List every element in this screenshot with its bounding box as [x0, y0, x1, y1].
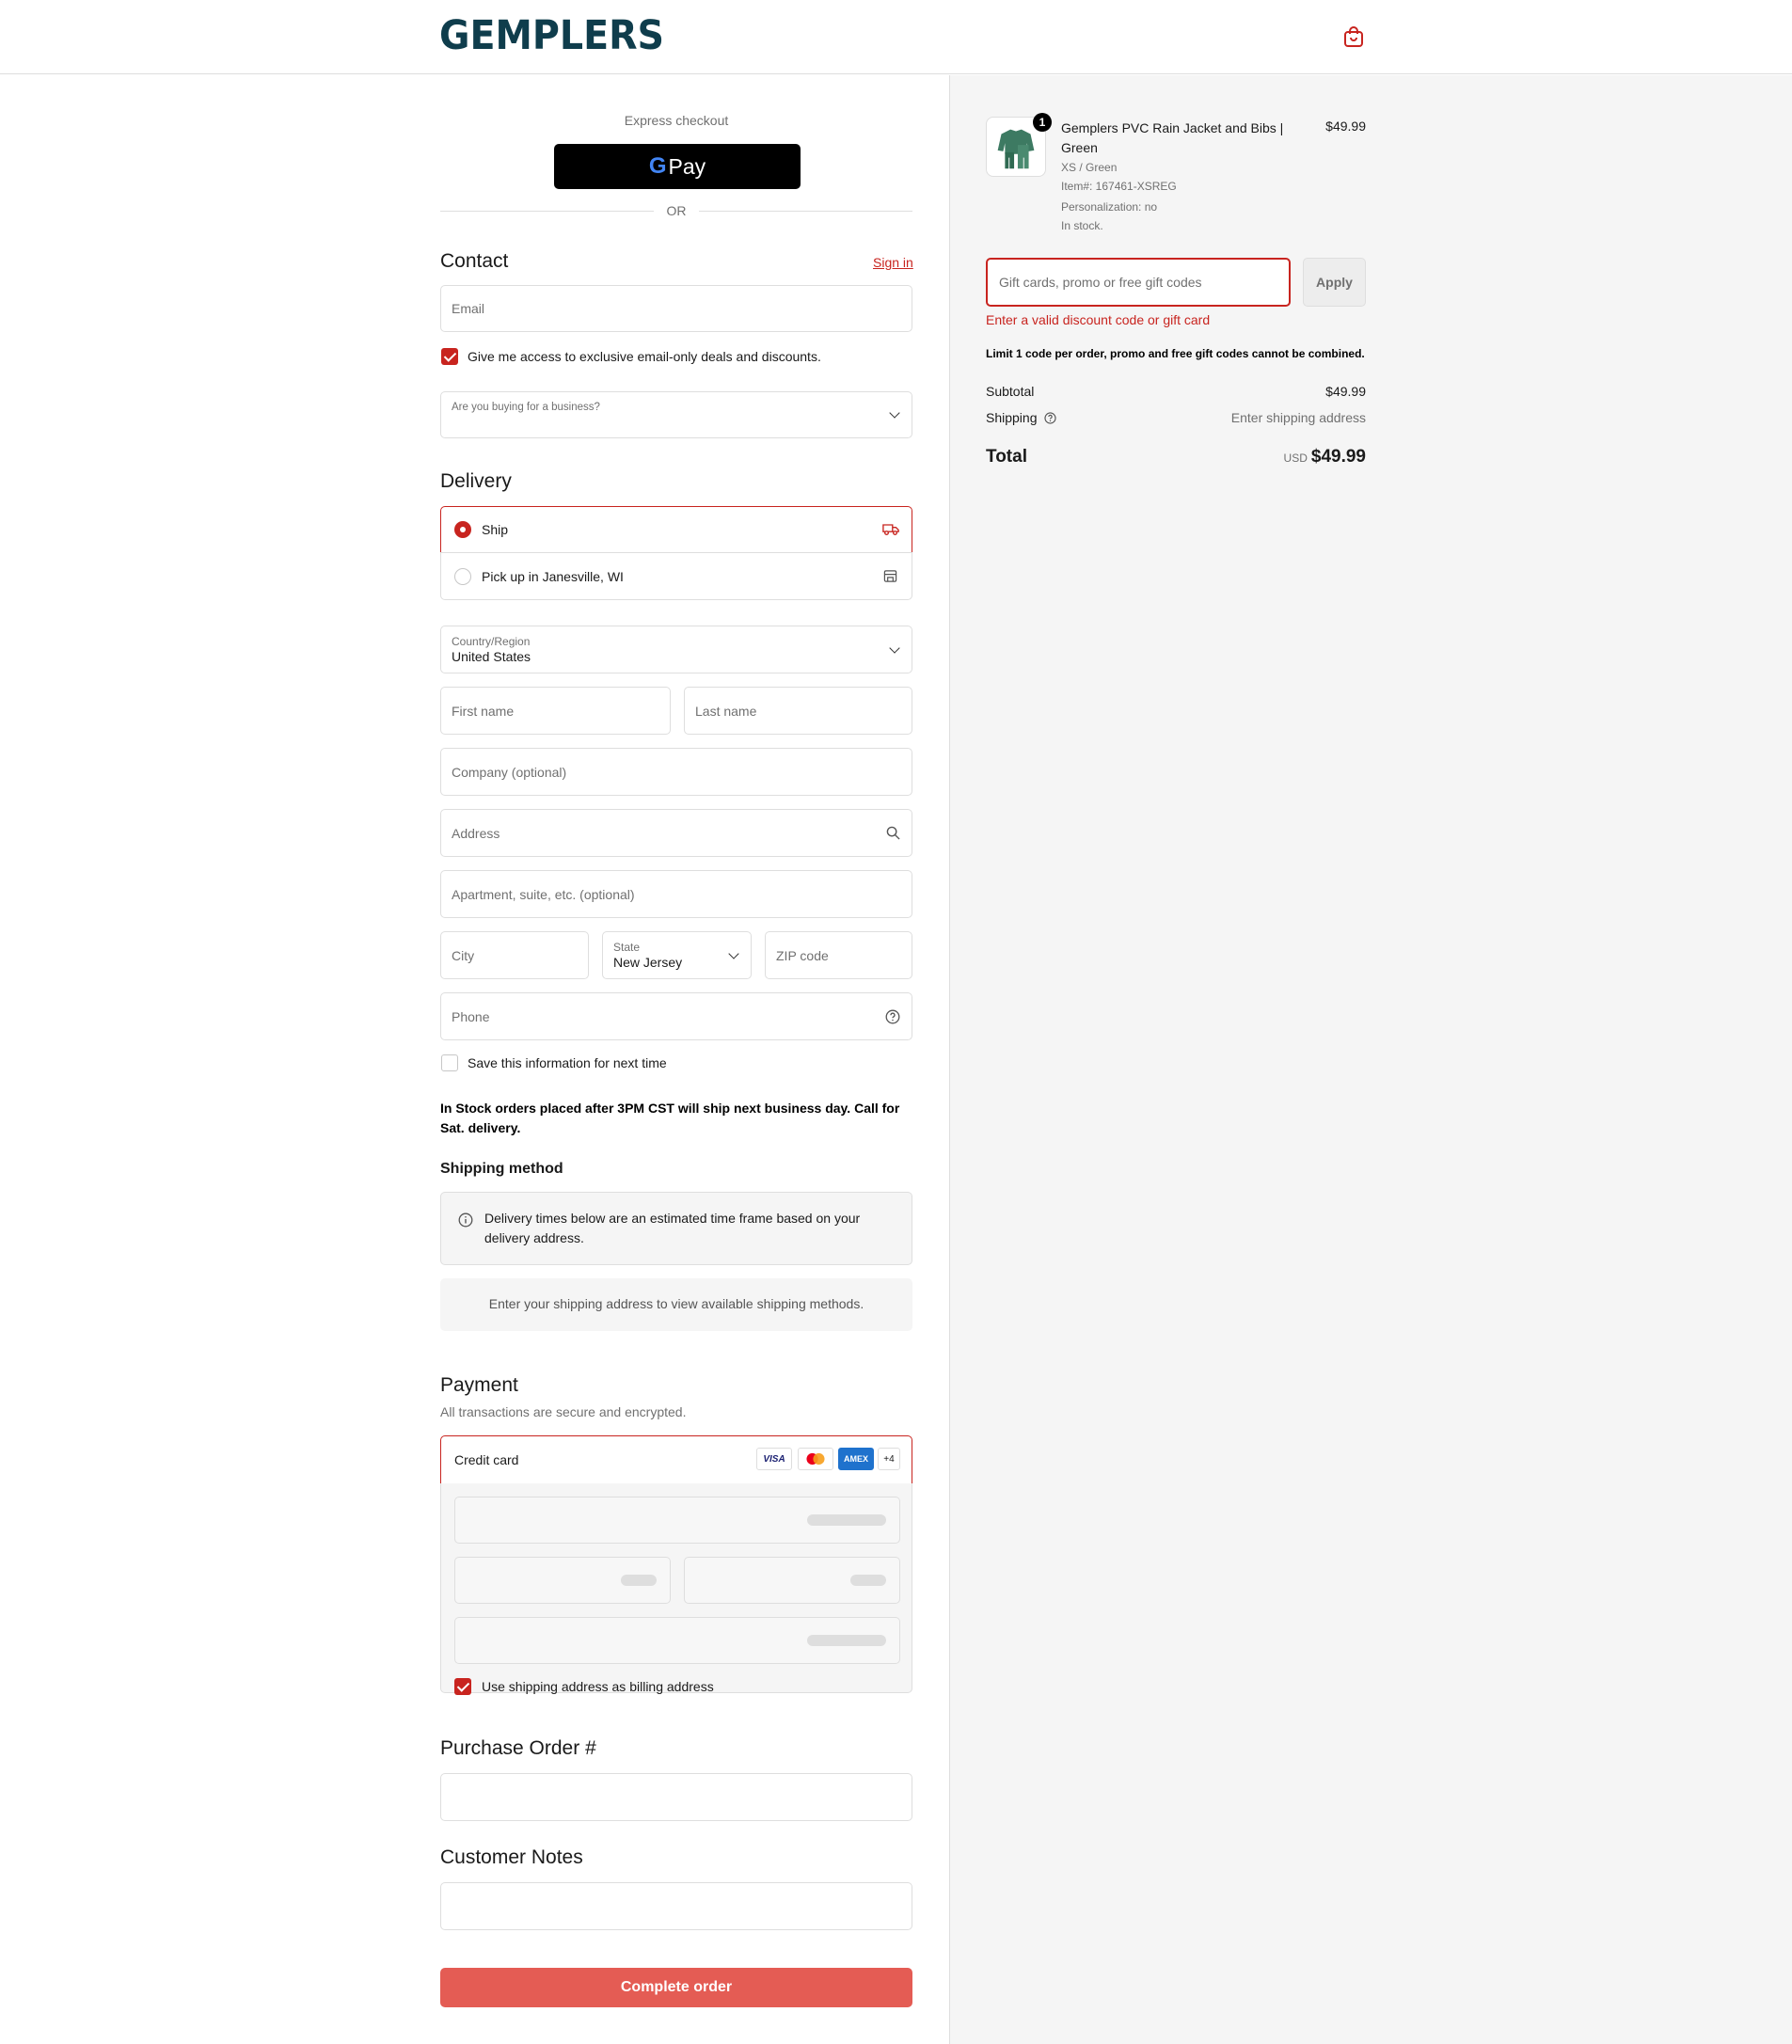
product-item-number: Item#: 167461-XSREG — [1061, 180, 1177, 193]
shopping-bag-icon[interactable] — [1343, 25, 1364, 48]
total-label: Total — [986, 447, 1027, 467]
shipping-label: Shipping — [986, 410, 1038, 425]
promo-placeholder: Gift cards, promo or free gift codes — [999, 275, 1202, 290]
total-value: $49.99 — [1310, 447, 1366, 467]
product-stock: In stock. — [1061, 219, 1103, 232]
product-name: Gemplers PVC Rain Jacket and Bibs | Gree… — [1061, 120, 1284, 155]
total-row: Total USD $49.99 — [986, 447, 1366, 467]
apply-button[interactable]: Apply — [1303, 258, 1366, 307]
product-personalization: Personalization: no — [1061, 200, 1158, 214]
promo-error: Enter a valid discount code or gift card — [986, 312, 1211, 327]
shipping-value: Enter shipping address — [1230, 410, 1366, 425]
help-icon[interactable] — [1044, 412, 1056, 424]
total-amount: USD $49.99 — [1284, 447, 1366, 467]
product-variant: XS / Green — [1061, 161, 1118, 174]
product-details: Gemplers PVC Rain Jacket and Bibs | Gree… — [1061, 119, 1296, 236]
promo-code-input[interactable]: Gift cards, promo or free gift codes — [986, 258, 1291, 307]
site-header: GEMPLERS — [0, 0, 1792, 74]
shipping-row: Shipping Enter shipping address — [986, 410, 1366, 425]
subtotal-value: $49.99 — [1325, 384, 1366, 399]
gemplers-logo[interactable]: GEMPLERS — [439, 13, 664, 58]
promo-limit-note: Limit 1 code per order, promo and free g… — [986, 347, 1365, 360]
quantity-badge: 1 — [1033, 113, 1052, 132]
subtotal-label: Subtotal — [986, 384, 1035, 399]
currency-code: USD — [1283, 452, 1308, 465]
order-summary-pane: 1 Gemplers PVC Rain Jacket and Bibs | Gr… — [950, 75, 1792, 2044]
subtotal-row: Subtotal $49.99 — [986, 384, 1366, 399]
product-price: $49.99 — [1325, 119, 1366, 134]
